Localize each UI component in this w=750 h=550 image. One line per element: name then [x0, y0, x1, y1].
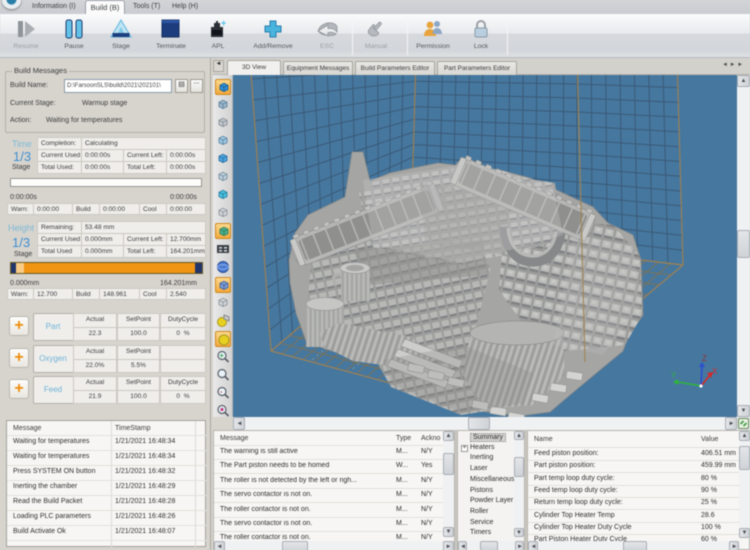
svg-text:+: +	[220, 353, 224, 360]
svg-text:Z: Z	[702, 354, 707, 363]
svg-text:Y: Y	[671, 371, 677, 380]
svg-text:+: +	[221, 19, 226, 28]
svg-text:X: X	[712, 367, 718, 376]
